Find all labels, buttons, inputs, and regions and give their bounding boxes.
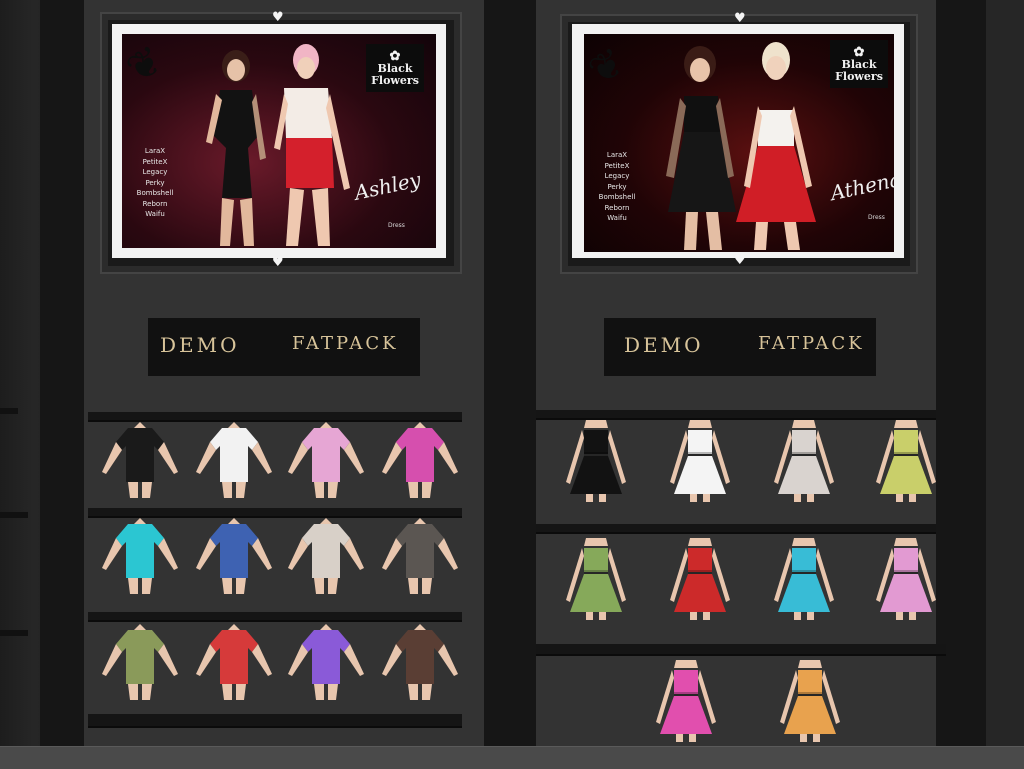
tshirt-dress-vendor[interactable] bbox=[380, 420, 460, 504]
body-name: PetiteX bbox=[142, 157, 168, 166]
right-wall bbox=[986, 0, 1024, 768]
tshirt-dress-vendor[interactable] bbox=[194, 420, 274, 504]
tshirt-dress-vendor[interactable] bbox=[286, 622, 366, 706]
skater-dress-vendor[interactable] bbox=[556, 418, 636, 502]
body-name: Reborn bbox=[604, 203, 630, 212]
shelf bbox=[88, 714, 462, 728]
body-name: Legacy bbox=[604, 172, 630, 180]
body-name: Waifu bbox=[145, 210, 165, 218]
skater-dress-vendor[interactable] bbox=[764, 418, 844, 502]
brand-logo: ✿ Black Flowers bbox=[366, 44, 424, 92]
body-name: Perky bbox=[145, 178, 165, 187]
body-name: LaraX bbox=[144, 147, 166, 155]
tshirt-dress-vendor[interactable] bbox=[194, 622, 274, 706]
heart-icon: ♥ bbox=[272, 255, 284, 270]
pillar-center bbox=[484, 0, 536, 768]
ashley-dress-ad[interactable]: ❦ ✿ Black Flowers LaraX PetiteX Legacy P… bbox=[122, 34, 436, 248]
tshirt-dress-vendor[interactable] bbox=[286, 516, 366, 600]
poster-frame-left[interactable]: ❦ ✿ Black Flowers LaraX PetiteX Legacy P… bbox=[100, 12, 462, 274]
heart-icon: ♥ bbox=[734, 11, 746, 26]
compatible-bodies-list: LaraX PetiteX Legacy Perky Bombshell Reb… bbox=[132, 146, 178, 220]
wall-ledge bbox=[0, 512, 28, 518]
heart-icon: ♥ bbox=[272, 10, 284, 25]
product-subtitle: Dress bbox=[868, 214, 885, 221]
tshirt-dress-vendor[interactable] bbox=[380, 622, 460, 706]
body-name: Bombshell bbox=[136, 189, 174, 197]
body-name: Bombshell bbox=[598, 193, 636, 201]
shelf bbox=[536, 524, 936, 534]
tshirt-dress-vendor[interactable] bbox=[100, 516, 180, 600]
skater-dress-vendor[interactable] bbox=[764, 536, 844, 620]
shelf bbox=[536, 644, 946, 656]
models-illustration bbox=[206, 44, 350, 246]
product-title-script: Ashley bbox=[352, 167, 423, 205]
floor bbox=[0, 746, 1024, 769]
body-name: Reborn bbox=[142, 199, 168, 208]
tshirt-dress-vendor[interactable] bbox=[194, 516, 274, 600]
heart-icon: ♥ bbox=[734, 253, 746, 268]
pillar-left bbox=[40, 0, 84, 768]
skater-dress-vendor[interactable] bbox=[770, 658, 850, 742]
leaf-icon: ❦ bbox=[584, 38, 633, 96]
fatpack-button[interactable]: FATPACK bbox=[758, 333, 865, 354]
skater-dress-vendor[interactable] bbox=[646, 658, 726, 742]
wall-ledge bbox=[0, 408, 18, 414]
body-name: LaraX bbox=[606, 151, 628, 159]
wall-ledge bbox=[0, 630, 28, 636]
brand-logo: ✿ Black Flowers bbox=[830, 40, 888, 88]
product-title-script: Athena bbox=[828, 166, 894, 206]
sign-right: DEMO FATPACK bbox=[604, 318, 876, 376]
shelf bbox=[88, 612, 462, 622]
skater-dress-vendor[interactable] bbox=[660, 536, 740, 620]
sign-left: DEMO FATPACK bbox=[148, 318, 420, 376]
body-name: PetiteX bbox=[604, 161, 630, 170]
poster-frame-right[interactable]: ❦ ✿ Black Flowers LaraX PetiteX Legacy P… bbox=[560, 14, 918, 274]
tshirt-dress-vendor[interactable] bbox=[380, 516, 460, 600]
models-illustration bbox=[666, 42, 816, 250]
skater-dress-vendor[interactable] bbox=[866, 536, 946, 620]
skater-dress-vendor[interactable] bbox=[866, 418, 946, 502]
body-name: Waifu bbox=[607, 214, 627, 222]
brand-line2: Flowers bbox=[371, 74, 419, 87]
body-name: Perky bbox=[607, 182, 627, 191]
compatible-bodies-list: LaraX PetiteX Legacy Perky Bombshell Reb… bbox=[594, 150, 640, 224]
product-subtitle: Dress bbox=[388, 222, 405, 229]
leaf-icon: ❦ bbox=[122, 36, 171, 94]
skater-dress-vendor[interactable] bbox=[660, 418, 740, 502]
skater-dress-vendor[interactable] bbox=[556, 536, 636, 620]
demo-button[interactable]: DEMO bbox=[624, 333, 704, 357]
athena-dress-ad[interactable]: ❦ ✿ Black Flowers LaraX PetiteX Legacy P… bbox=[584, 34, 894, 252]
fatpack-button[interactable]: FATPACK bbox=[292, 333, 399, 354]
tshirt-dress-vendor[interactable] bbox=[100, 420, 180, 504]
brand-line2: Flowers bbox=[835, 70, 883, 83]
demo-button[interactable]: DEMO bbox=[160, 333, 240, 357]
body-name: Legacy bbox=[142, 168, 168, 176]
tshirt-dress-vendor[interactable] bbox=[100, 622, 180, 706]
tshirt-dress-vendor[interactable] bbox=[286, 420, 366, 504]
